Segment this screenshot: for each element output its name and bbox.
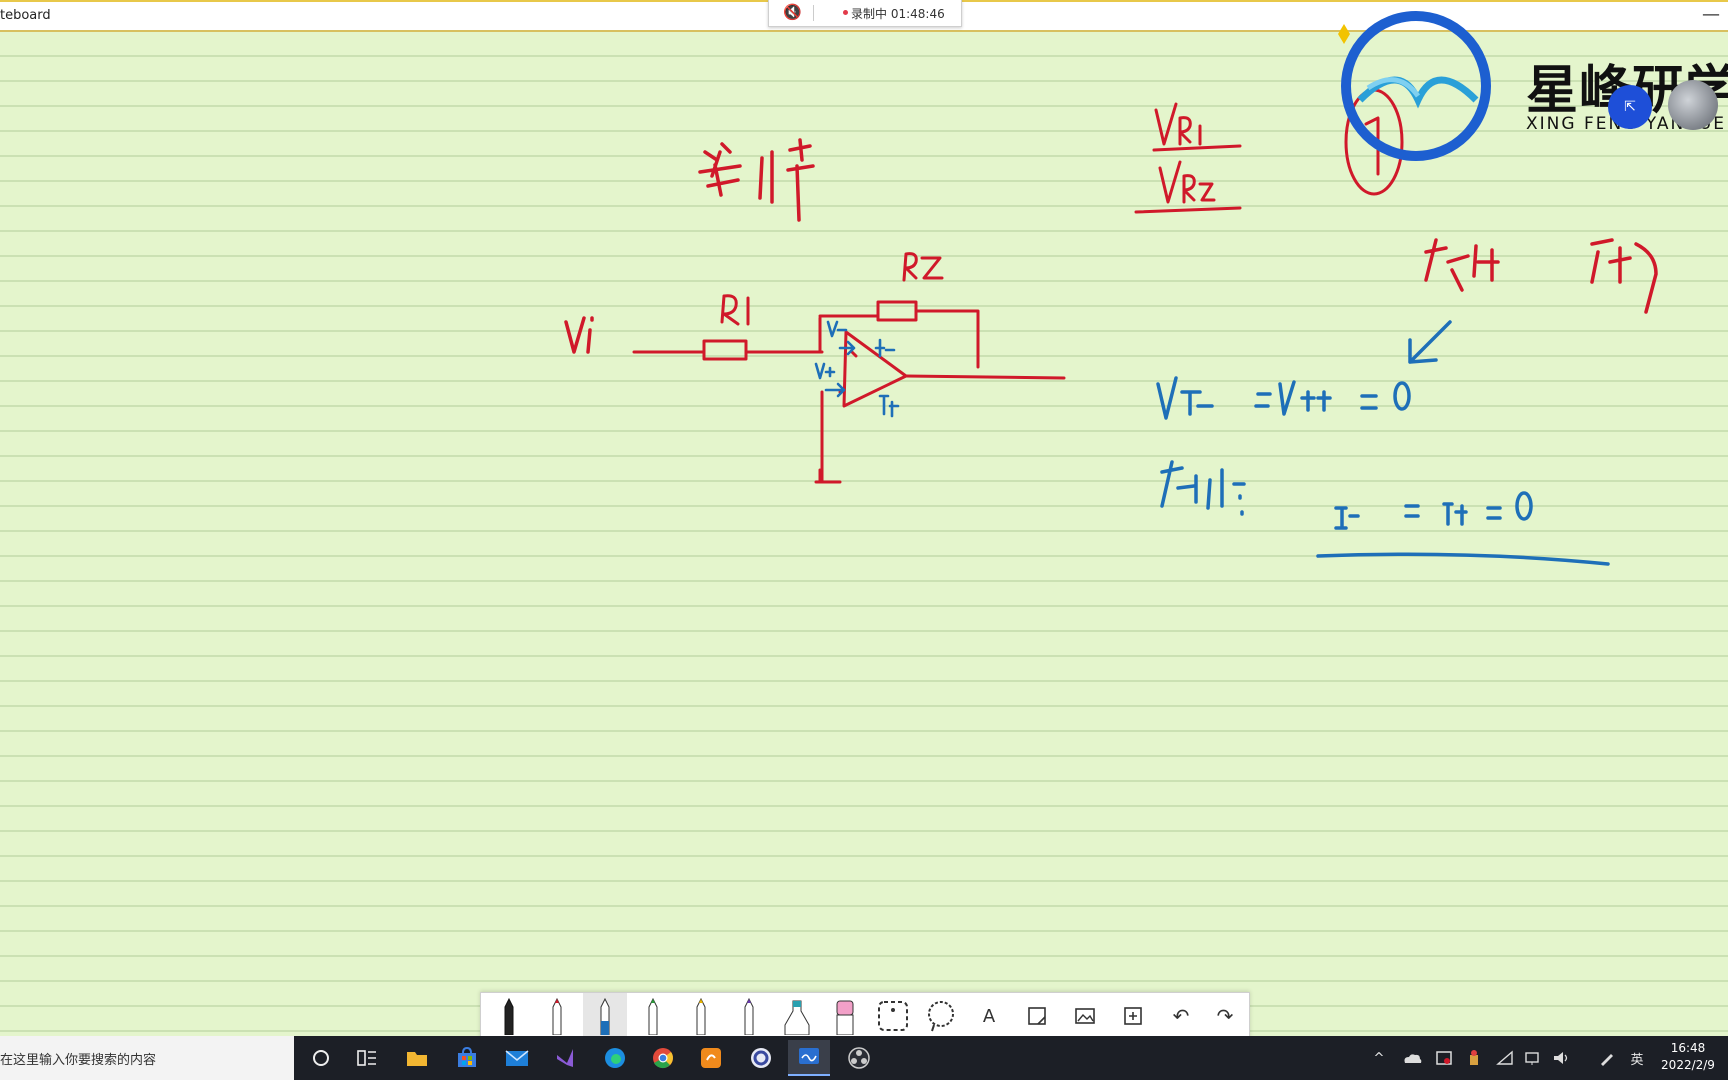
task-view-icon[interactable] [346,1040,388,1076]
taskbar-clock[interactable]: 16:48 2022/2/9 [1658,1040,1718,1074]
redo-icon: ↷ [1216,1004,1234,1028]
redo-tool[interactable]: ↷ [1203,993,1247,1039]
pen-black-tool[interactable] [487,993,531,1039]
store-icon[interactable] [446,1040,488,1076]
mail-icon[interactable] [496,1040,538,1076]
visual-studio-icon[interactable] [544,1040,586,1076]
undo-icon: ↶ [1172,1004,1190,1028]
tray-chevron-icon[interactable]: ^ [1368,1036,1390,1080]
ink-opamp-annotations [814,320,900,418]
eraser-tool[interactable] [823,993,867,1039]
sticky-note-tool[interactable] [1015,993,1059,1039]
taskbar-search[interactable]: 在这里输入你要搜索的内容 [0,1036,294,1080]
select-tool[interactable] [871,993,915,1039]
security-icon[interactable] [1430,1036,1458,1080]
ink-label-vi [564,316,594,354]
highlighter-tool[interactable] [775,993,819,1039]
image-tool[interactable] [1063,993,1107,1039]
pen-yellow-tool[interactable] [679,993,723,1039]
text-tool-label: A [982,1005,996,1027]
ink-label-r2 [902,252,944,282]
taskbar: 在这里输入你要搜索的内容 ^ 英 16:48 2022/2/9 [0,1036,1728,1080]
app-tray-icon[interactable] [1460,1036,1488,1080]
recording-status: 录制中 01:48:46 [851,7,945,21]
undo-tool[interactable]: ↶ [1159,993,1203,1039]
recording-dot-icon [843,10,848,15]
ink-circuit [632,300,1066,484]
ink-virtual-open [1160,460,1610,566]
pen-red-tool[interactable] [535,993,579,1039]
divider [813,5,814,21]
brand-logo: 星峰研学 XING FENG YANXUE [1330,0,1728,170]
user-avatar[interactable] [1668,80,1718,130]
taskbar-search-placeholder: 在这里输入你要搜索的内容 [0,1053,157,1068]
volume-icon[interactable] [1548,1036,1574,1080]
add-tool[interactable] [1111,993,1155,1039]
cortana-icon[interactable] [300,1040,342,1076]
recording-indicator: 🔇 录制中 01:48:46 [768,0,962,27]
display-icon[interactable] [1520,1036,1546,1080]
ime-indicator[interactable]: 英 [1624,1036,1650,1080]
logo-emblem-icon [1338,11,1491,161]
ink-arrow [1408,320,1452,364]
onedrive-icon[interactable] [1398,1036,1426,1080]
speaker-muted-icon[interactable]: 🔇 [783,3,802,21]
app-circle-icon[interactable] [740,1040,782,1076]
ink-fraction [1134,102,1242,214]
pen-purple-tool[interactable] [727,993,771,1039]
network-icon[interactable] [1492,1036,1518,1080]
edge-icon[interactable] [594,1040,636,1076]
ink-red-notes [1424,238,1658,314]
chrome-icon[interactable] [642,1040,684,1076]
ink-heading-scribble [698,138,815,222]
app-orange-icon[interactable] [690,1040,732,1076]
file-explorer-icon[interactable] [396,1040,438,1076]
clock-time: 16:48 [1670,1041,1706,1055]
lasso-tool[interactable] [919,993,963,1039]
pen-input-icon[interactable] [1594,1036,1620,1080]
text-tool[interactable]: A [967,993,1011,1039]
participant-avatar[interactable]: ⇱ [1608,85,1652,129]
clock-date: 2022/2/9 [1661,1058,1715,1072]
pen-blue-tool[interactable] [583,993,627,1039]
whiteboard-icon[interactable] [788,1040,830,1076]
ink-label-r1 [720,294,750,326]
pen-green-tool[interactable] [631,993,675,1039]
obs-icon[interactable] [838,1040,880,1076]
drawing-toolbar: A ↶ ↷ [480,992,1250,1040]
ink-virtual-short [1156,376,1411,420]
